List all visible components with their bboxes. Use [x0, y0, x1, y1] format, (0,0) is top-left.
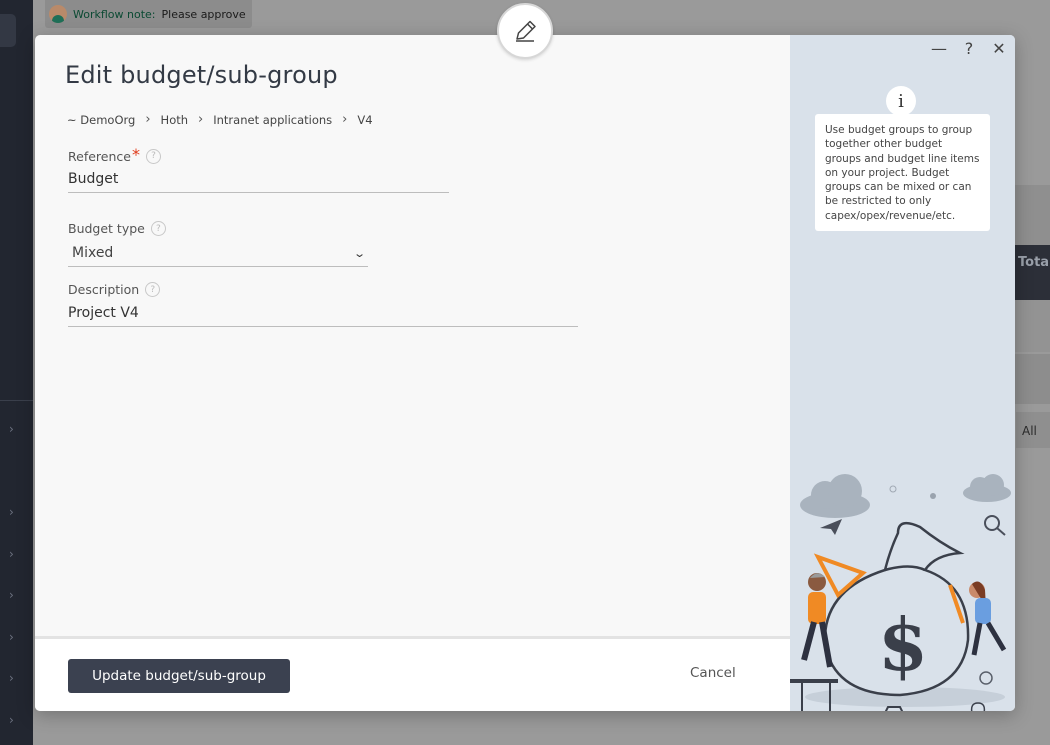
- breadcrumb: ~ DemoOrg › Hoth › Intranet applications…: [67, 112, 373, 127]
- minimize-icon[interactable]: —: [931, 39, 947, 58]
- reference-input[interactable]: Budget: [68, 171, 449, 193]
- description-value: Project V4: [68, 305, 139, 321]
- table-row: [1015, 354, 1050, 404]
- background-panel: [1015, 185, 1050, 245]
- edit-pencil-icon: [497, 3, 553, 59]
- sidebar-divider: [0, 400, 33, 401]
- info-text-box: Use budget groups to group together othe…: [815, 114, 990, 232]
- modal-footer: Update budget/sub-group Cancel: [35, 636, 790, 711]
- reference-label: Reference * ?: [68, 145, 161, 164]
- breadcrumb-chevron-icon: ›: [145, 112, 151, 127]
- modal-title: Edit budget/sub-group: [65, 61, 338, 89]
- sidebar-expand-icon[interactable]: ›: [9, 422, 23, 436]
- sidebar-expand-icon[interactable]: ›: [9, 588, 23, 602]
- help-icon[interactable]: ?: [145, 282, 161, 297]
- pencil-icon: [516, 20, 536, 42]
- info-icon: i: [886, 86, 916, 116]
- help-icon[interactable]: ?: [961, 39, 977, 58]
- info-text: Use budget groups to group together othe…: [825, 124, 980, 222]
- required-marker: *: [131, 145, 140, 164]
- budget-type-label-text: Budget type: [68, 221, 145, 236]
- edit-budget-modal: Edit budget/sub-group ~ DemoOrg › Hoth ›…: [35, 35, 1015, 711]
- sidebar-expand-icon[interactable]: ›: [9, 505, 23, 519]
- description-label-text: Description: [68, 282, 140, 297]
- table-header-total: Total: [1018, 255, 1050, 270]
- close-icon[interactable]: ✕: [991, 39, 1007, 58]
- description-input[interactable]: Project V4: [68, 305, 578, 327]
- sidebar-expand-icon[interactable]: ›: [9, 630, 23, 644]
- help-side-panel: — ? ✕ i Use budget groups to group toget…: [790, 35, 1015, 711]
- reference-value: Budget: [68, 171, 119, 187]
- description-label: Description ?: [68, 282, 161, 297]
- filter-value: All: [1022, 424, 1037, 438]
- modal-form: Edit budget/sub-group ~ DemoOrg › Hoth ›…: [35, 35, 790, 635]
- table-row: [1015, 300, 1050, 352]
- breadcrumb-chevron-icon: ›: [342, 112, 348, 127]
- window-controls: — ? ✕: [931, 39, 1007, 58]
- breadcrumb-item[interactable]: Hoth: [161, 113, 188, 127]
- breadcrumb-item[interactable]: ~ DemoOrg: [67, 113, 135, 127]
- help-icon[interactable]: ?: [145, 148, 161, 164]
- sidebar-expand-icon[interactable]: ›: [9, 671, 23, 685]
- chevron-down-icon: ⌄: [352, 246, 366, 260]
- sidebar-active-tab[interactable]: [0, 14, 16, 47]
- breadcrumb-item[interactable]: V4: [357, 113, 372, 127]
- sidebar-expand-icon[interactable]: ›: [9, 713, 23, 727]
- budget-type-label: Budget type ?: [68, 221, 166, 236]
- budget-illustration: $ $: [790, 474, 1011, 711]
- reference-label-text: Reference: [68, 148, 131, 164]
- workflow-note-text: Please approve: [161, 7, 246, 21]
- filter-select[interactable]: All: [1016, 412, 1050, 448]
- svg-text:$: $: [878, 602, 928, 687]
- cancel-button[interactable]: Cancel: [690, 665, 736, 681]
- workflow-note-label: Workflow note:: [73, 7, 156, 21]
- budget-type-select[interactable]: Mixed ⌄: [68, 245, 368, 267]
- help-icon[interactable]: ?: [150, 221, 166, 236]
- budget-type-value: Mixed: [72, 245, 114, 261]
- workflow-note[interactable]: Workflow note: Please approve: [45, 0, 252, 28]
- update-budget-button[interactable]: Update budget/sub-group: [68, 659, 290, 693]
- app-sidebar: › › › › › › ›: [0, 0, 33, 745]
- breadcrumb-item[interactable]: Intranet applications: [213, 113, 332, 127]
- avatar: [49, 5, 67, 23]
- breadcrumb-chevron-icon: ›: [198, 112, 204, 127]
- sidebar-expand-icon[interactable]: ›: [9, 547, 23, 561]
- table-header: Total: [1015, 245, 1050, 300]
